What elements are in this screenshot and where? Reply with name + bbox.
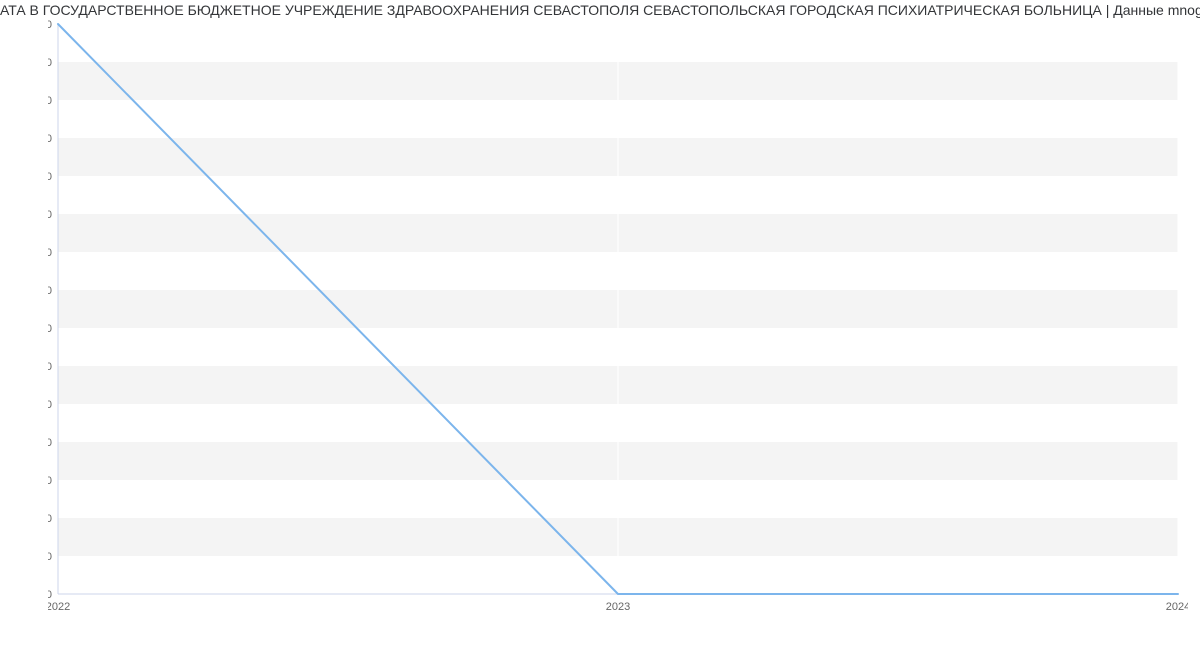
y-tick: 86000 <box>48 95 52 107</box>
svg-text:2024: 2024 <box>1166 601 1188 613</box>
y-tick: 80000 <box>48 209 52 221</box>
y-tick: 84000 <box>48 133 52 145</box>
y-tick: 70000 <box>48 399 52 411</box>
chart-area: 60000 62000 64000 66000 68000 70000 72000 74000… <box>48 20 1188 616</box>
y-tick: 72000 <box>48 361 52 373</box>
svg-text:66000: 66000 <box>48 475 52 487</box>
svg-text:2023: 2023 <box>606 601 630 613</box>
y-tick: 76000 <box>48 285 52 297</box>
y-tick: 68000 <box>48 437 52 449</box>
svg-text:90000: 90000 <box>48 20 52 31</box>
svg-text:72000: 72000 <box>48 361 52 373</box>
y-tick: 62000 <box>48 551 52 563</box>
y-tick: 64000 <box>48 513 52 525</box>
y-tick: 88000 <box>48 57 52 69</box>
y-tick: 66000 <box>48 475 52 487</box>
y-tick: 90000 <box>48 20 52 31</box>
y-tick: 74000 <box>48 323 52 335</box>
svg-text:2022: 2022 <box>48 601 70 613</box>
svg-text:76000: 76000 <box>48 285 52 297</box>
svg-text:68000: 68000 <box>48 437 52 449</box>
svg-text:74000: 74000 <box>48 323 52 335</box>
svg-text:84000: 84000 <box>48 133 52 145</box>
line-chart: 60000 62000 64000 66000 68000 70000 72000 74000… <box>48 20 1188 616</box>
svg-text:80000: 80000 <box>48 209 52 221</box>
svg-text:78000: 78000 <box>48 247 52 259</box>
y-tick: 82000 <box>48 171 52 183</box>
svg-text:82000: 82000 <box>48 171 52 183</box>
x-tick: 2022 <box>48 601 70 613</box>
svg-text:70000: 70000 <box>48 399 52 411</box>
chart-title: АТА В ГОСУДАРСТВЕННОЕ БЮДЖЕТНОЕ УЧРЕЖДЕН… <box>0 2 1200 18</box>
x-tick: 2024 <box>1166 601 1188 613</box>
svg-text:62000: 62000 <box>48 551 52 563</box>
x-tick: 2023 <box>606 601 630 613</box>
y-tick: 60000 <box>48 589 52 601</box>
svg-text:88000: 88000 <box>48 57 52 69</box>
svg-text:60000: 60000 <box>48 589 52 601</box>
svg-text:86000: 86000 <box>48 95 52 107</box>
svg-text:64000: 64000 <box>48 513 52 525</box>
y-tick: 78000 <box>48 247 52 259</box>
